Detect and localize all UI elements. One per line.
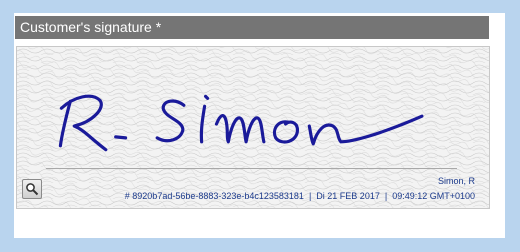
signature-hash: # 8920b7ad-56be-8883-323e-b4c123583181: [124, 191, 304, 201]
separator: |: [384, 191, 388, 201]
signature-date: Di 21 FEB 2017: [316, 191, 380, 201]
signature-ink: [58, 94, 424, 152]
signature-time: 09:49:12 GMT+0100: [392, 191, 475, 201]
signature-metadata: # 8920b7ad-56be-8883-323e-b4c123583181 | D…: [125, 191, 475, 201]
signature-pad[interactable]: Simon, R # 8920b7ad-56be-8883-323e-b4c12…: [16, 46, 490, 209]
zoom-button[interactable]: [22, 179, 42, 199]
magnifier-icon: [26, 183, 39, 196]
panel-title: Customer's signature *: [15, 16, 489, 39]
signer-name: Simon, R: [437, 176, 475, 186]
separator: |: [308, 191, 312, 201]
signature-baseline: [46, 168, 457, 169]
